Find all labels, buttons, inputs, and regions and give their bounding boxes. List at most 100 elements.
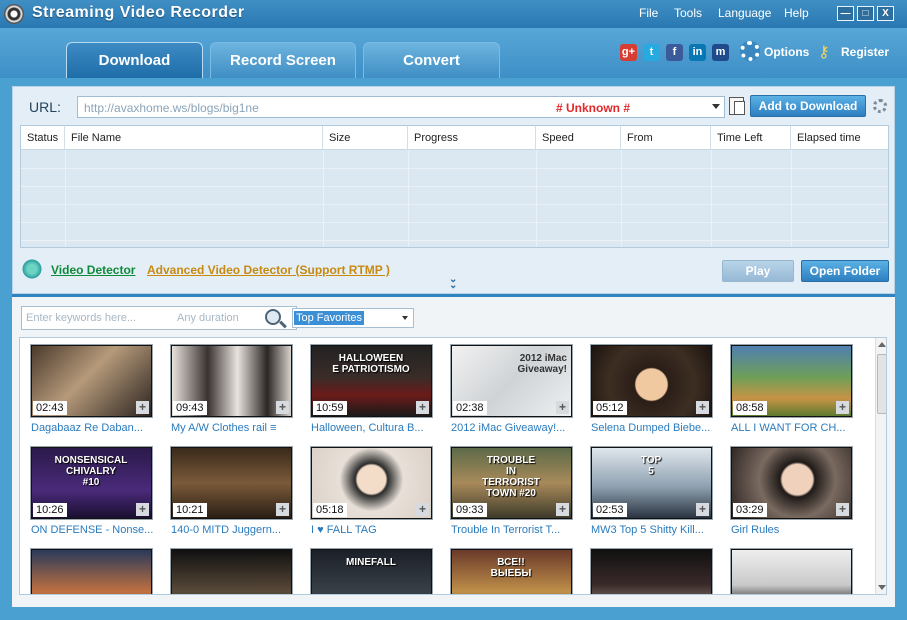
- add-to-download-button[interactable]: Add to Download: [750, 95, 866, 117]
- add-video-icon[interactable]: +: [136, 503, 149, 516]
- col-elapsed-time[interactable]: Elapsed time: [791, 126, 888, 150]
- video-thumbnail[interactable]: TOP 5 02:53 +: [590, 446, 713, 520]
- settings-gear-icon[interactable]: [873, 99, 887, 113]
- add-video-icon[interactable]: +: [276, 503, 289, 516]
- gear-icon[interactable]: [740, 41, 760, 61]
- video-title[interactable]: MW3 Top 5 Shitty Kill...: [591, 524, 719, 536]
- add-video-icon[interactable]: +: [836, 401, 849, 414]
- col-time-left[interactable]: Time Left: [711, 126, 791, 150]
- menu-help[interactable]: Help: [784, 6, 809, 20]
- vertical-scrollbar[interactable]: [875, 338, 886, 594]
- menu-language[interactable]: Language: [718, 6, 771, 20]
- facebook-icon[interactable]: f: [666, 44, 683, 61]
- add-video-icon[interactable]: +: [136, 401, 149, 414]
- tab-download[interactable]: Download: [66, 42, 203, 78]
- video-thumbnail[interactable]: 2012 iMac Giveaway! 02:38 +: [450, 344, 573, 418]
- category-select[interactable]: Top Favorites: [292, 308, 414, 328]
- add-video-icon[interactable]: +: [556, 401, 569, 414]
- twitter-icon[interactable]: t: [643, 44, 660, 61]
- scroll-up-icon[interactable]: [878, 342, 886, 347]
- linkedin-icon[interactable]: in: [689, 44, 706, 61]
- close-button[interactable]: X: [877, 6, 894, 21]
- open-folder-button[interactable]: Open Folder: [801, 260, 889, 282]
- add-video-icon[interactable]: +: [416, 503, 429, 516]
- advanced-video-detector-link[interactable]: Advanced Video Detector (Support RTMP ): [147, 263, 390, 277]
- video-gallery[interactable]: 02:43 + Dagabaaz Re Daban... 09:43 + My A/W C…: [19, 337, 887, 595]
- video-title[interactable]: 140-0 MITD Juggern...: [171, 524, 299, 536]
- video-title[interactable]: ALL I WANT FOR CH...: [731, 422, 859, 434]
- video-thumbnail[interactable]: TROUBLE IN TERRORIST TOWN #20 09:33 +: [450, 446, 573, 520]
- add-video-icon[interactable]: +: [836, 503, 849, 516]
- grid-line: [21, 168, 888, 169]
- key-icon[interactable]: ⚷: [818, 42, 830, 62]
- col-status[interactable]: Status: [21, 126, 65, 150]
- keyword-placeholder: Enter keywords here...: [26, 312, 137, 324]
- play-button[interactable]: Play: [722, 260, 794, 282]
- expand-chevron-icon[interactable]: ⌄ ⌄: [449, 275, 457, 291]
- add-video-icon[interactable]: +: [416, 401, 429, 414]
- video-thumbnail[interactable]: HALLOWEEN E PATRIOTISMO 10:59 +: [310, 344, 433, 418]
- video-thumbnail[interactable]: NONSENSICAL CHIVALRY #10 10:26 +: [30, 446, 153, 520]
- video-thumbnail[interactable]: [590, 548, 713, 594]
- video-thumbnail[interactable]: 10:21 +: [170, 446, 293, 520]
- col-progress[interactable]: Progress: [408, 126, 536, 150]
- video-thumbnail[interactable]: 09:43 +: [170, 344, 293, 418]
- video-thumbnail[interactable]: [730, 548, 853, 594]
- maximize-button[interactable]: □: [857, 6, 874, 21]
- video-thumbnail[interactable]: 05:18 +: [310, 446, 433, 520]
- video-detector-link[interactable]: Video Detector: [51, 263, 135, 277]
- google-plus-icon[interactable]: g+: [620, 44, 637, 61]
- tab-record-screen[interactable]: Record Screen: [210, 42, 356, 78]
- download-table[interactable]: Status File Name Size Progress Speed Fro…: [20, 125, 889, 248]
- video-title[interactable]: Trouble In Terrorist T...: [451, 524, 579, 536]
- url-input[interactable]: http://avaxhome.ws/blogs/big1ne # Unknow…: [77, 96, 725, 118]
- video-thumbnail[interactable]: [170, 548, 293, 594]
- download-panel: URL: http://avaxhome.ws/blogs/big1ne # U…: [12, 86, 895, 294]
- add-video-icon[interactable]: +: [696, 503, 709, 516]
- tab-convert[interactable]: Convert: [363, 42, 500, 78]
- scroll-down-icon[interactable]: [878, 585, 886, 590]
- video-title[interactable]: 2012 iMac Giveaway!...: [451, 422, 579, 434]
- duration-filter[interactable]: Any duration: [177, 312, 239, 324]
- video-thumbnail[interactable]: ВСЕ!! ВЫЕБЫ: [450, 548, 573, 594]
- video-title[interactable]: Selena Dumped Biebe...: [591, 422, 719, 434]
- quality-dropdown[interactable]: # Unknown #: [556, 101, 630, 115]
- options-link[interactable]: Options: [764, 45, 809, 59]
- menu-file[interactable]: File: [639, 6, 658, 20]
- myspace-icon[interactable]: m: [712, 44, 729, 61]
- video-thumbnail[interactable]: MINEFALL: [310, 548, 433, 594]
- menu-tools[interactable]: Tools: [674, 6, 702, 20]
- minimize-button[interactable]: —: [837, 6, 854, 21]
- video-title[interactable]: ON DEFENSE - Nonse...: [31, 524, 159, 536]
- col-file-name[interactable]: File Name: [65, 126, 323, 150]
- add-video-icon[interactable]: +: [696, 401, 709, 414]
- add-video-icon[interactable]: +: [556, 503, 569, 516]
- search-icon[interactable]: [265, 309, 281, 325]
- grid-column-line: [65, 150, 66, 247]
- chevron-down-icon[interactable]: [712, 104, 720, 109]
- col-speed[interactable]: Speed: [536, 126, 621, 150]
- video-title[interactable]: Dagabaaz Re Daban...: [31, 422, 159, 434]
- video-title[interactable]: I ♥ FALL TAG: [311, 524, 439, 536]
- thumbnail-image: [172, 550, 291, 594]
- search-input[interactable]: Enter keywords here... Any duration: [21, 306, 297, 330]
- register-link[interactable]: Register: [841, 45, 889, 59]
- paste-icon[interactable]: [729, 97, 745, 115]
- col-from[interactable]: From: [621, 126, 711, 150]
- video-thumbnail[interactable]: 08:58 +: [730, 344, 853, 418]
- video-title[interactable]: Halloween, Cultura B...: [311, 422, 439, 434]
- video-duration: 09:43: [173, 401, 207, 415]
- video-thumbnail[interactable]: 03:29 +: [730, 446, 853, 520]
- video-duration: 02:53: [593, 503, 627, 517]
- video-thumbnail[interactable]: [30, 548, 153, 594]
- video-title[interactable]: My A/W Clothes rail ≡: [171, 422, 299, 434]
- grid-column-line: [323, 150, 324, 247]
- video-thumbnail[interactable]: 02:43 +: [30, 344, 153, 418]
- col-size[interactable]: Size: [323, 126, 408, 150]
- add-video-icon[interactable]: +: [276, 401, 289, 414]
- chevron-down-icon[interactable]: [402, 316, 408, 320]
- video-detector-icon[interactable]: [21, 258, 43, 280]
- scrollbar-thumb[interactable]: [877, 354, 886, 414]
- video-thumbnail[interactable]: 05:12 +: [590, 344, 713, 418]
- video-title[interactable]: Girl Rules: [731, 524, 859, 536]
